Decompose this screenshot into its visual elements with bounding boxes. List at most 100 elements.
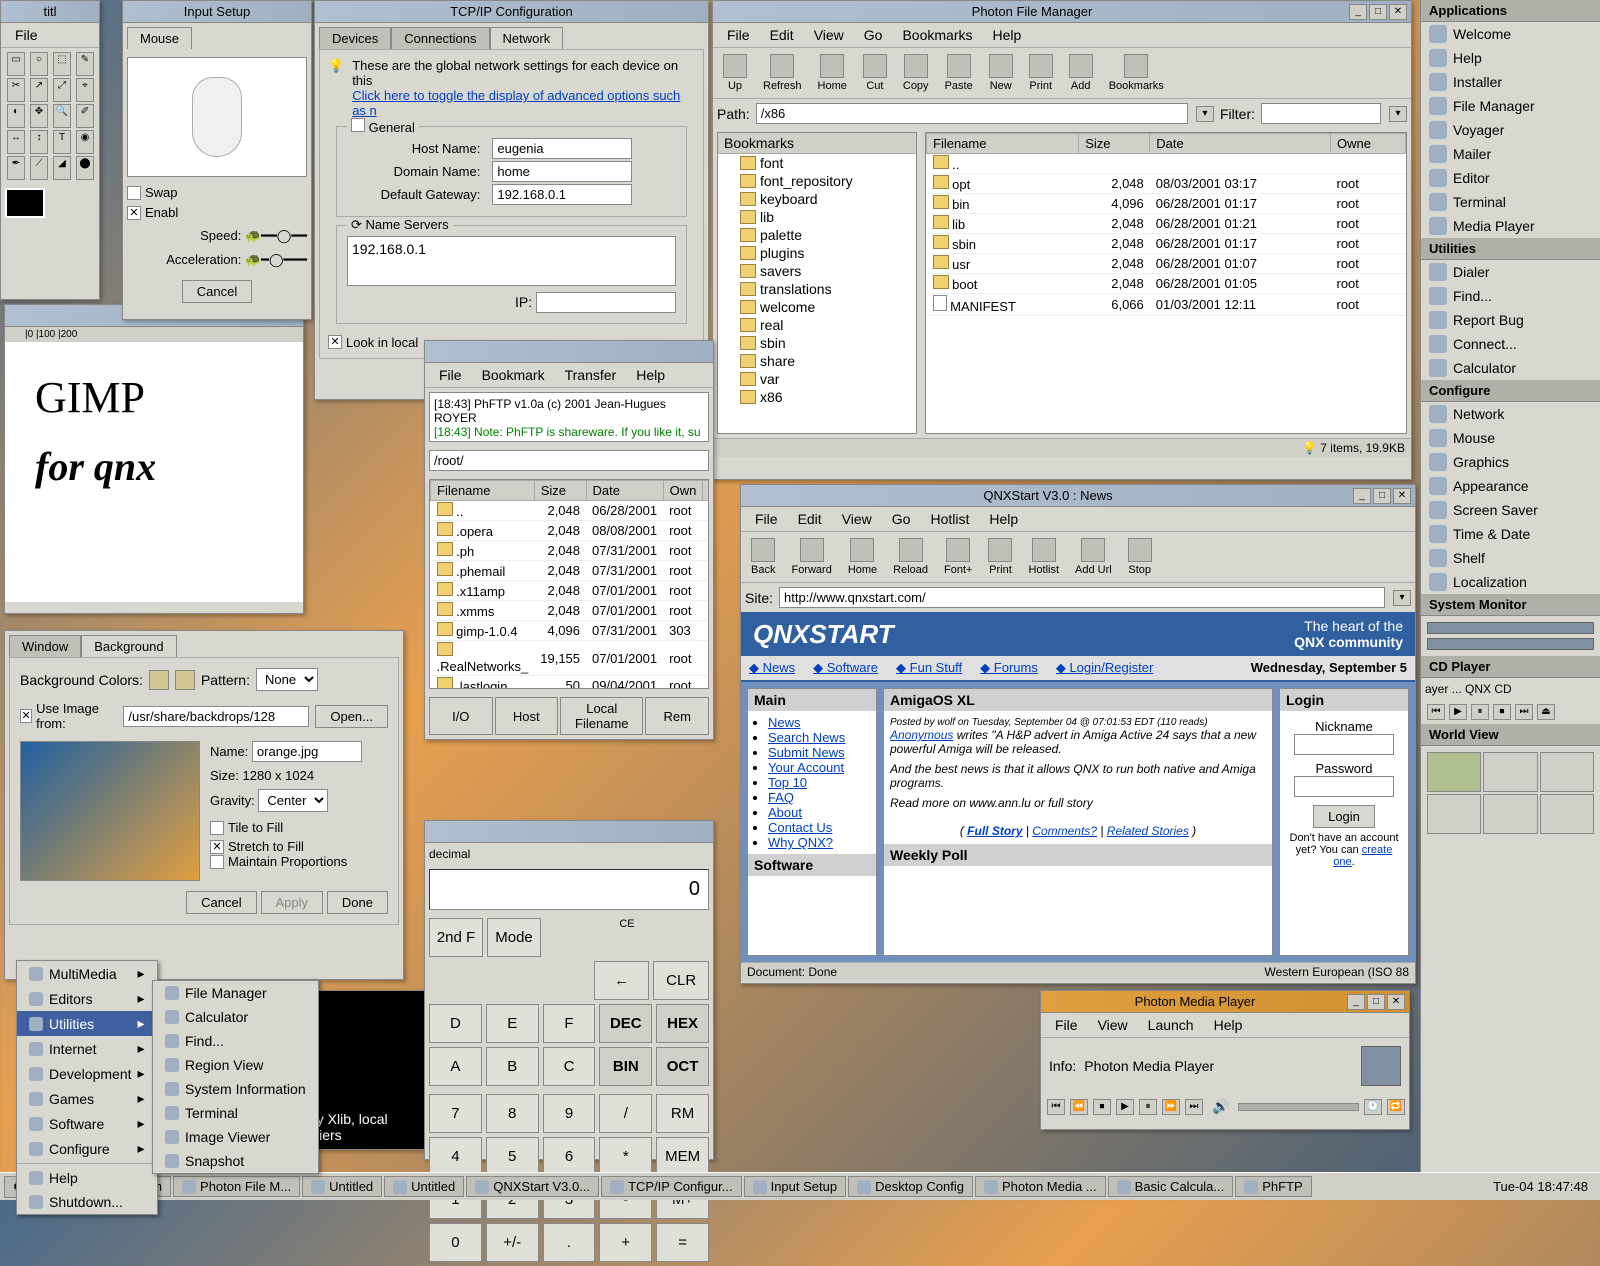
col-header[interactable]: Own <box>663 481 703 501</box>
gimp-tool-icon[interactable]: ⬚ <box>53 52 71 76</box>
menu-help[interactable]: Help <box>979 509 1028 529</box>
submenu-item[interactable]: Image Viewer <box>153 1125 318 1149</box>
gimp-tool-icon[interactable]: ◢ <box>53 156 71 180</box>
tool-hotlist[interactable]: Hotlist <box>1022 536 1065 578</box>
shelf-item[interactable]: Screen Saver <box>1421 498 1600 522</box>
look-local-label[interactable]: Look in local <box>346 335 418 350</box>
calc-button[interactable]: / <box>599 1094 652 1133</box>
gimp-tool-icon[interactable]: ↕ <box>30 130 48 154</box>
table-row[interactable]: .phemail2,04807/31/2001rootroot <box>431 561 710 581</box>
table-row[interactable]: .RealNetworks_19,15507/01/2001rootroot <box>431 641 710 676</box>
color-swatch[interactable] <box>5 188 45 218</box>
tree-item[interactable]: savers <box>738 262 916 280</box>
media-ff-icon[interactable]: ⏩ <box>1162 1099 1180 1115</box>
calc-button[interactable]: RM <box>656 1094 709 1133</box>
comments-link[interactable]: Comments? <box>1032 824 1097 838</box>
col-header[interactable]: Filename <box>431 481 535 501</box>
nav-link[interactable]: ◆ News <box>749 660 795 676</box>
taskbar-item[interactable]: TCP/IP Configur... <box>601 1176 742 1197</box>
calc-button[interactable]: = <box>656 1223 709 1262</box>
col-header[interactable]: Date <box>586 481 663 501</box>
nickname-input[interactable] <box>1294 734 1394 755</box>
gimp-tool-icon[interactable]: ◉ <box>76 130 94 154</box>
media-stop-icon[interactable]: ⏹ <box>1093 1099 1111 1115</box>
shelf-item[interactable]: Connect... <box>1421 332 1600 356</box>
tool-reload[interactable]: Reload <box>887 536 934 578</box>
tree-item[interactable]: var <box>738 370 916 388</box>
tool-add[interactable]: Add <box>1063 52 1099 94</box>
menu-help[interactable]: Help <box>626 365 675 385</box>
calc-button[interactable]: B <box>486 1047 539 1086</box>
calc-button[interactable]: +/- <box>486 1223 539 1262</box>
domain-input[interactable] <box>492 161 632 182</box>
nav-link[interactable]: ◆ Software <box>813 660 878 676</box>
tool-refresh[interactable]: Refresh <box>757 52 808 94</box>
menu-file[interactable]: File <box>429 365 472 385</box>
menu-item[interactable]: Shutdown... <box>17 1190 157 1214</box>
shelf-item[interactable]: Shelf <box>1421 546 1600 570</box>
stretch-checkbox[interactable]: ✕Stretch to Fill <box>210 839 304 854</box>
menu-item[interactable]: Help <box>17 1166 157 1190</box>
tool-back[interactable]: Back <box>745 536 781 578</box>
main-link[interactable]: News <box>768 715 801 730</box>
menu-view[interactable]: View <box>832 509 882 529</box>
tool-bookmarks[interactable]: Bookmarks <box>1103 52 1170 94</box>
tool-stop[interactable]: Stop <box>1122 536 1158 578</box>
gimp-tool-icon[interactable]: ⬤ <box>76 156 94 180</box>
cd-stop-icon[interactable]: ⏹ <box>1493 704 1511 720</box>
main-link[interactable]: Top 10 <box>768 775 807 790</box>
gimp-tool-icon[interactable]: ✂ <box>7 78 25 102</box>
shelf-item[interactable]: Report Bug <box>1421 308 1600 332</box>
main-link[interactable]: Contact Us <box>768 820 832 835</box>
tree-item[interactable]: share <box>738 352 916 370</box>
calc-button[interactable]: 6 <box>543 1137 596 1176</box>
menu-item[interactable]: Internet▸ <box>17 1036 157 1061</box>
close-icon[interactable]: ✕ <box>1389 4 1407 20</box>
taskbar-item[interactable]: QNXStart V3.0... <box>466 1176 599 1197</box>
gimp-tool-icon[interactable]: ↗ <box>30 78 48 102</box>
close-icon[interactable]: ✕ <box>1393 488 1411 504</box>
table-row[interactable]: .opera2,04808/08/2001rootroot <box>431 521 710 541</box>
open-button[interactable]: Open... <box>315 705 388 728</box>
menu-view[interactable]: View <box>1088 1015 1138 1035</box>
maintain-checkbox[interactable]: Maintain Proportions <box>210 854 347 869</box>
nameserver-list[interactable]: 192.168.0.1 <box>347 236 676 286</box>
calc-2ndf-button[interactable]: 2nd F <box>429 918 483 957</box>
filter-input[interactable] <box>1261 103 1381 124</box>
media-clock-icon[interactable]: 🕐 <box>1364 1099 1382 1115</box>
calc-back-button[interactable]: ← <box>594 961 650 1000</box>
table-row[interactable]: MANIFEST6,06601/03/2001 12:11root <box>927 294 1406 316</box>
cd-next-icon[interactable]: ⏭ <box>1515 704 1533 720</box>
menu-view[interactable]: View <box>804 25 854 45</box>
gimp-tool-icon[interactable]: ○ <box>30 52 48 76</box>
tab-network[interactable]: Network <box>490 27 564 49</box>
tool-add-url[interactable]: Add Url <box>1069 536 1118 578</box>
table-row[interactable]: usr2,04806/28/2001 01:07root <box>927 254 1406 274</box>
anon-link[interactable]: Anonymous <box>890 728 953 742</box>
table-row[interactable]: ..2,04806/28/2001rootadm <box>431 501 710 521</box>
media-play-icon[interactable]: ▶ <box>1116 1099 1134 1115</box>
calc-button[interactable]: . <box>543 1223 596 1262</box>
table-row[interactable]: gimp-1.0.44,09607/31/2001303120 <box>431 621 710 641</box>
col-header[interactable]: Filename <box>927 134 1079 154</box>
login-button[interactable]: Login <box>1313 805 1375 828</box>
shelf-item[interactable]: Media Player <box>1421 214 1600 238</box>
submenu-item[interactable]: File Manager <box>153 981 318 1005</box>
taskbar-item[interactable]: Desktop Config <box>848 1176 973 1197</box>
shelf-item[interactable]: Welcome <box>1421 22 1600 46</box>
gimp-tool-icon[interactable]: ⟋ <box>30 156 48 180</box>
gimp-tool-icon[interactable]: T <box>53 130 71 154</box>
tool-print[interactable]: Print <box>1023 52 1059 94</box>
calc-clr-button[interactable]: CLR <box>653 961 709 1000</box>
phftp-button[interactable]: Host <box>495 697 559 735</box>
enable-checkbox[interactable]: ✕Enabl <box>127 205 178 220</box>
tool-forward[interactable]: Forward <box>785 536 837 578</box>
taskbar-item[interactable]: Photon Media ... <box>975 1176 1106 1197</box>
color-swatch-1[interactable] <box>149 670 169 690</box>
phftp-button[interactable]: Local Filename <box>560 697 643 735</box>
shelf-item[interactable]: Editor <box>1421 166 1600 190</box>
gimp-titlebar[interactable]: titl <box>1 1 99 23</box>
tool-up[interactable]: Up <box>717 52 753 94</box>
minimize-icon[interactable]: _ <box>1347 994 1365 1010</box>
main-link[interactable]: Search News <box>768 730 845 745</box>
